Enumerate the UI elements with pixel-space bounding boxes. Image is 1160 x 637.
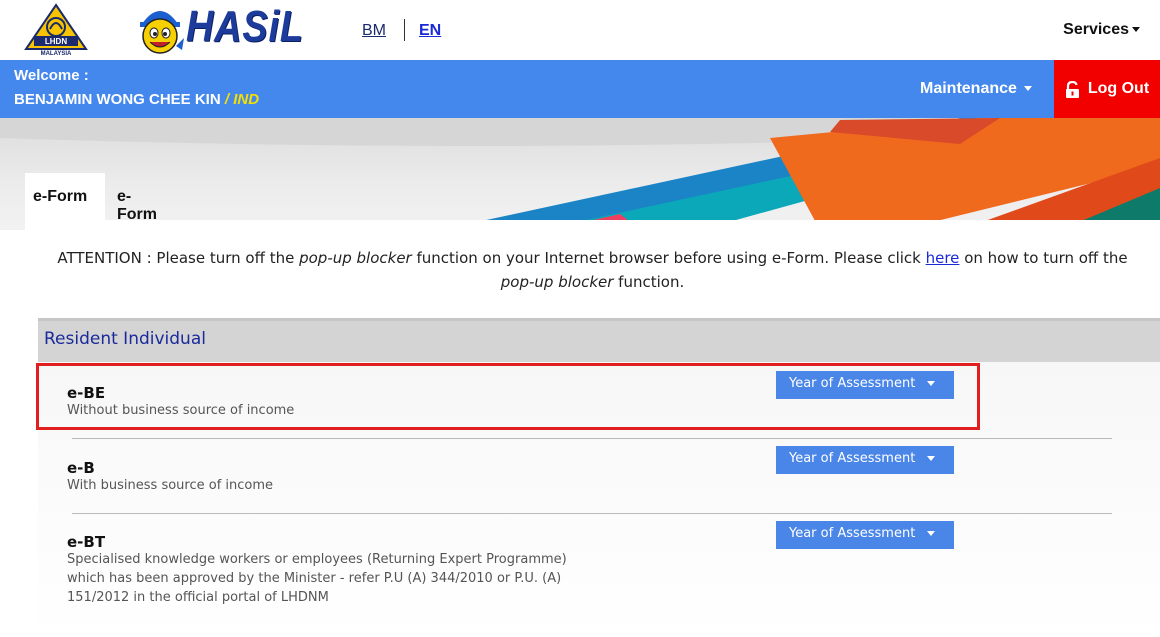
form-desc-line: which has been approved by the Minister …: [67, 571, 562, 586]
top-header: LHDN MALAYSIA HASiL BM EN Services: [0, 0, 1160, 60]
language-bm-link[interactable]: BM: [362, 22, 386, 40]
svg-text:MALAYSIA: MALAYSIA: [41, 51, 72, 57]
attention-suffix: function.: [613, 273, 685, 291]
attention-after-link: on how to turn off the: [959, 249, 1128, 267]
logout-label: Log Out: [1087, 80, 1150, 97]
decorative-banner: [0, 118, 1160, 230]
attention-emphasis-2: pop-up blocker: [500, 273, 614, 291]
form-desc-line: Specialised knowledge workers or employe…: [67, 552, 567, 567]
year-of-assessment-label: Year of Assessment: [789, 451, 916, 466]
attention-notice: ATTENTION : Please turn off the pop-up b…: [40, 246, 1145, 294]
row-divider: [72, 438, 1112, 439]
hasil-mascot-icon: [140, 11, 184, 54]
user-name: BENJAMIN WONG CHEE KIN: [14, 91, 221, 108]
year-of-assessment-label: Year of Assessment: [789, 526, 916, 541]
user-identity: BENJAMIN WONG CHEE KIN / IND: [14, 91, 259, 108]
lhdn-logo-icon: LHDN MALAYSIA: [24, 3, 88, 57]
year-of-assessment-button-eb[interactable]: Year of Assessment: [776, 446, 954, 474]
form-desc-ebt: Specialised knowledge workers or employe…: [67, 550, 567, 607]
year-of-assessment-button-ebt[interactable]: Year of Assessment: [776, 521, 954, 549]
section-title: Resident Individual: [44, 329, 206, 349]
maintenance-menu[interactable]: Maintenance: [920, 80, 1033, 98]
banner-stripes-graphic: [0, 118, 1160, 230]
logout-button[interactable]: Log Out: [1054, 60, 1160, 118]
unlock-icon: [1065, 80, 1079, 98]
attention-prefix: ATTENTION : Please turn off the: [57, 249, 300, 267]
language-separator: [404, 19, 405, 41]
chevron-down-icon: [1024, 86, 1033, 92]
chevron-down-icon: [927, 456, 936, 461]
section-header: Resident Individual: [38, 318, 1160, 362]
welcome-label: Welcome :: [14, 67, 89, 84]
language-en-link[interactable]: EN: [419, 22, 441, 40]
form-name-eb: e-B: [67, 459, 95, 477]
tab-eform[interactable]: e-Form: [25, 173, 105, 220]
services-label: Services: [1063, 21, 1129, 38]
highlight-box: [36, 363, 980, 430]
attention-emphasis: pop-up blocker: [299, 249, 412, 267]
form-desc-eb: With business source of income: [67, 478, 274, 493]
chevron-down-icon: [927, 531, 936, 536]
user-type: / IND: [224, 91, 260, 108]
svg-text:LHDN: LHDN: [45, 37, 67, 46]
row-divider: [72, 513, 1112, 514]
form-desc-line: 151/2012 in the official portal of LHDNM: [67, 590, 329, 605]
hasil-brand-logo: HASiL: [186, 2, 304, 51]
attention-middle: function on your Internet browser before…: [411, 249, 926, 267]
maintenance-label: Maintenance: [920, 80, 1017, 97]
form-name-ebt: e-BT: [67, 533, 106, 551]
popup-help-link[interactable]: here: [926, 249, 960, 267]
chevron-down-icon: [1132, 27, 1140, 33]
tab-eform-status[interactable]: e-Form Status: [109, 173, 174, 241]
services-menu[interactable]: Services: [1063, 21, 1140, 39]
